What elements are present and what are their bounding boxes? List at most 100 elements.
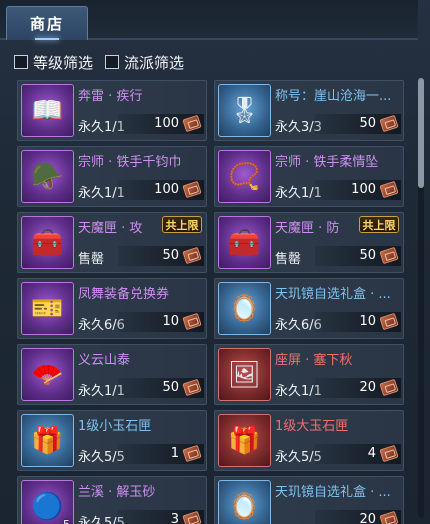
item-thumbnail[interactable]: 🎫: [21, 282, 74, 335]
item-thumbnail[interactable]: 🪞: [218, 480, 271, 524]
tab-shop[interactable]: 商店: [6, 6, 88, 40]
book-icon: 📖: [31, 95, 64, 126]
chest-icon: 🧰: [31, 227, 64, 258]
currency-icon: [182, 114, 202, 133]
item-name: 奔雷 · 疾行: [78, 89, 143, 103]
gem-box-icon: 🎁: [228, 425, 261, 456]
scroll-thumb[interactable]: [418, 78, 424, 188]
item-thumbnail[interactable]: 🎁: [21, 414, 74, 467]
item-thumbnail[interactable]: 🪖: [21, 150, 74, 203]
price-bar: 50: [118, 378, 204, 398]
shop-panel: 商店 等级筛选 流派筛选 📖 奔雷 · 疾行 永久1/1 100 🎖 称号：崖山沧海一..…: [0, 0, 430, 524]
item-price: 1: [170, 446, 179, 461]
item-name: 天玑镜自选礼盒 · ...: [275, 287, 391, 301]
shop-item[interactable]: 🎖 称号：崖山沧海一... 永久3/3 50: [214, 80, 404, 141]
price-bar: 4: [315, 444, 401, 464]
price-bar: 50: [315, 114, 401, 134]
shop-item[interactable]: 🪖 宗师 · 铁手千钧巾 永久1/1 100: [17, 146, 207, 207]
headgear-icon: 🪖: [31, 161, 64, 192]
item-price: 50: [359, 248, 376, 263]
screen-icon: 🖼: [227, 359, 261, 390]
price-bar: 3: [118, 510, 204, 524]
price-bar: 20: [315, 378, 401, 398]
item-price: 100: [154, 116, 179, 131]
level-filter-checkbox[interactable]: [14, 55, 28, 69]
shop-item[interactable]: 📖 奔雷 · 疾行 永久1/1 100: [17, 80, 207, 141]
level-filter[interactable]: 等级筛选: [14, 52, 93, 72]
item-name: 1级大玉石匣: [275, 419, 349, 433]
item-name: 宗师 · 铁手千钧巾: [78, 155, 182, 169]
item-name: 义云山泰: [78, 353, 131, 367]
item-price: 10: [162, 314, 179, 329]
shop-item[interactable]: 🎫 凤舞装备兑换券 永久6/6 10: [17, 278, 207, 339]
price-bar: 10: [118, 312, 204, 332]
item-thumbnail[interactable]: 📖: [21, 84, 74, 137]
currency-icon: [379, 378, 399, 397]
item-price: 100: [154, 182, 179, 197]
item-thumbnail[interactable]: 🎖: [218, 84, 271, 137]
currency-icon: [182, 180, 202, 199]
item-name: 兰溪 · 解玉砂: [78, 485, 156, 499]
shop-item[interactable]: 📿 宗师 · 铁手柔情坠 永久1/1 100: [214, 146, 404, 207]
price-bar: 50: [315, 246, 401, 266]
item-price: 50: [162, 248, 179, 263]
currency-icon: [182, 246, 202, 265]
item-stock: 售罄: [78, 252, 105, 267]
price-bar: 100: [118, 180, 204, 200]
title-token-icon: 🎖: [227, 95, 261, 126]
shop-item[interactable]: 🎁 1级大玉石匣 永久5/5 4: [214, 410, 404, 471]
currency-icon: [379, 510, 399, 524]
item-thumbnail[interactable]: 🖼: [218, 348, 271, 401]
item-thumbnail[interactable]: 🧰: [218, 216, 271, 269]
shop-item[interactable]: 🧰 天魔匣 · 攻共上限 售罄 50: [17, 212, 207, 273]
item-name: 宗师 · 铁手柔情坠: [275, 155, 379, 169]
price-bar: 50: [118, 246, 204, 266]
shop-item[interactable]: 🧰 天魔匣 · 防共上限 售罄 50: [214, 212, 404, 273]
currency-icon: [182, 444, 202, 463]
currency-icon: [379, 444, 399, 463]
currency-icon: [379, 114, 399, 133]
currency-icon: [182, 312, 202, 331]
item-thumbnail[interactable]: 📿: [218, 150, 271, 203]
fan-icon: 🪭: [31, 359, 64, 390]
scrollbar[interactable]: [418, 78, 424, 518]
item-name: 凤舞装备兑换券: [78, 287, 170, 301]
shop-item[interactable]: 🎁 1级小玉石匣 永久5/5 1: [17, 410, 207, 471]
item-thumbnail[interactable]: 🎁: [218, 414, 271, 467]
tab-strip: 商店: [0, 0, 418, 40]
shop-item[interactable]: 🪞 天玑镜自选礼盒 · ... 永久6/6 10: [214, 278, 404, 339]
school-filter[interactable]: 流派筛选: [105, 52, 184, 72]
item-price: 50: [359, 116, 376, 131]
chest-icon: 🧰: [228, 227, 261, 258]
price-bar: 100: [118, 114, 204, 134]
item-name: 天玑镜自选礼盒 · ...: [275, 485, 391, 499]
price-bar: 10: [315, 312, 401, 332]
gem-box-icon: 🎁: [31, 425, 64, 456]
school-filter-checkbox[interactable]: [105, 55, 120, 69]
item-name: 座屏 · 塞下秋: [275, 353, 353, 367]
item-thumbnail[interactable]: 🔵5: [21, 480, 74, 524]
shop-item[interactable]: 🔵5兰溪 · 解玉砂永久5/53: [17, 476, 207, 524]
shop-item[interactable]: 🖼 座屏 · 塞下秋 永久1/1 20: [214, 344, 404, 405]
currency-icon: [379, 246, 399, 265]
voucher-icon: 🎫: [31, 293, 64, 324]
item-thumbnail[interactable]: 🪞: [218, 282, 271, 335]
item-thumbnail[interactable]: 🪭: [21, 348, 74, 401]
price-bar: 20: [315, 510, 401, 524]
item-name: 称号：崖山沧海一...: [275, 89, 392, 103]
item-price: 3: [170, 512, 179, 524]
shop-item[interactable]: 🪭 义云山泰 永久1/1 50: [17, 344, 207, 405]
school-filter-label: 流派筛选: [124, 53, 185, 72]
stack-count: 5: [63, 518, 70, 524]
mirror-icon: 🪞: [228, 293, 261, 324]
item-price: 20: [359, 512, 376, 524]
shop-item[interactable]: 🪞 天玑镜自选礼盒 · ... 20: [214, 476, 404, 524]
limit-badge: 共上限: [359, 216, 399, 233]
currency-icon: [379, 312, 399, 331]
item-thumbnail[interactable]: 🧰: [21, 216, 74, 269]
item-name: 1级小玉石匣: [78, 419, 152, 433]
item-stock: 售罄: [275, 252, 302, 267]
currency-icon: [182, 510, 202, 524]
item-price: 50: [162, 380, 179, 395]
level-filter-label: 等级筛选: [33, 53, 94, 72]
